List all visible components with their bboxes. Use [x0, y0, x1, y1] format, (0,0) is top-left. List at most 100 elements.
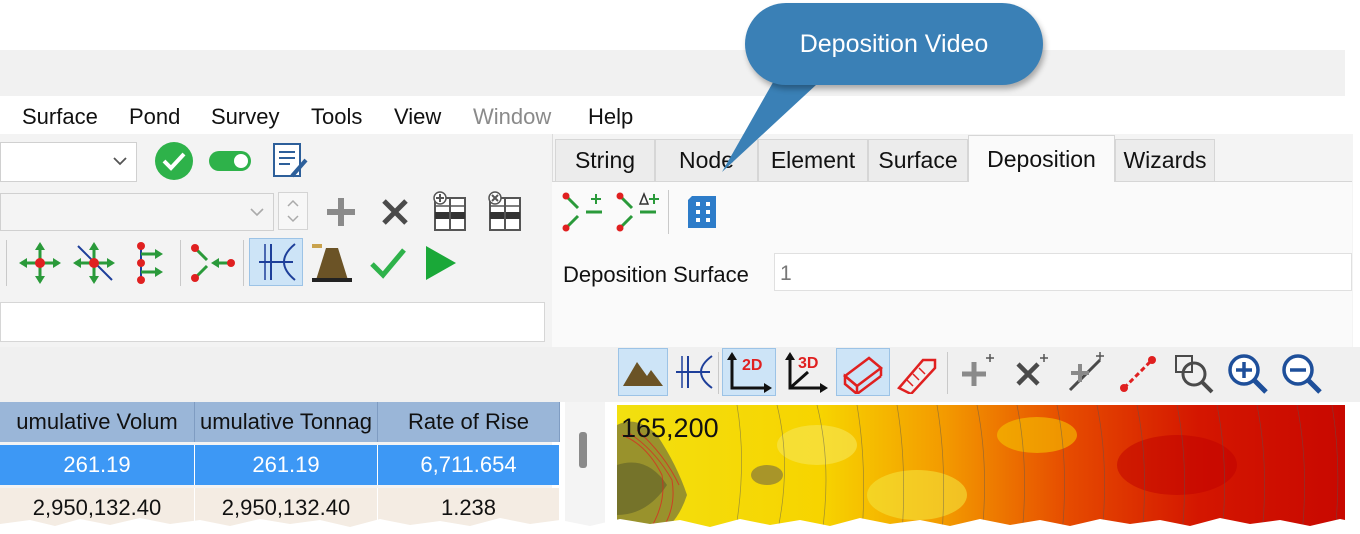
scrollbar-thumb[interactable]	[579, 432, 587, 468]
deposition-surface-label: Deposition Surface	[563, 262, 749, 287]
coordinate-readout: 165,200	[621, 413, 719, 443]
header-rate-of-rise[interactable]: Rate of Rise	[378, 402, 560, 442]
measure-line-icon	[1120, 356, 1156, 392]
zoom-window-button[interactable]	[1170, 350, 1216, 396]
wedge-icon	[897, 358, 937, 394]
delete-point-button[interactable]	[1008, 350, 1054, 396]
deposition-video-button[interactable]	[680, 190, 724, 234]
zoom-out-button[interactable]	[1278, 350, 1324, 396]
node-branch-button[interactable]	[127, 240, 171, 286]
table-remove-icon	[488, 191, 521, 231]
separator	[6, 240, 7, 286]
menu-window: Window	[473, 104, 552, 129]
menu-view[interactable]: View	[394, 104, 441, 130]
toggle-switch[interactable]	[207, 148, 253, 174]
move-node-icon	[19, 242, 61, 284]
view-2d-button[interactable]: 2D	[722, 348, 776, 396]
move-along-button[interactable]	[72, 240, 116, 286]
tab-wizards[interactable]: Wizards	[1115, 139, 1215, 181]
close-icon	[382, 199, 408, 225]
mountain-icon	[623, 362, 663, 386]
menu-survey[interactable]: Survey	[211, 104, 279, 130]
join-string-icon	[191, 244, 235, 282]
add-point-button[interactable]	[954, 350, 1000, 396]
batter-slope-icon	[312, 244, 352, 282]
spinner[interactable]	[278, 192, 308, 230]
add-deposition-point-button[interactable]	[560, 190, 606, 234]
plus-icon	[327, 198, 355, 226]
separator	[180, 240, 181, 286]
add-deposition-delta-button[interactable]	[614, 190, 660, 234]
table-cell[interactable]: 261.19	[0, 445, 195, 485]
menu-pond[interactable]: Pond	[129, 104, 180, 130]
separator	[718, 352, 719, 394]
table-cell[interactable]: 261.19	[195, 445, 378, 485]
batter-button[interactable]	[310, 240, 354, 286]
add-line-point-button[interactable]	[1062, 350, 1108, 396]
deposition-delta-icon	[616, 191, 659, 232]
remove-table-button[interactable]	[485, 190, 525, 234]
svg-text:2D: 2D	[742, 357, 762, 374]
run-button[interactable]	[418, 240, 462, 286]
menu-bar	[0, 96, 1345, 134]
menu-tools[interactable]: Tools	[311, 104, 362, 130]
snap-mode-button[interactable]	[249, 238, 303, 286]
tab-deposition[interactable]: Deposition	[968, 135, 1115, 182]
menu-help[interactable]: Help	[588, 104, 633, 130]
confirm-button[interactable]	[366, 240, 410, 286]
film-icon	[688, 196, 716, 228]
apply-button[interactable]	[153, 140, 195, 182]
zoom-in-icon	[1228, 354, 1268, 394]
terrain-button[interactable]	[618, 348, 668, 396]
tab-surface[interactable]: Surface	[868, 139, 968, 181]
deposition-add-icon	[562, 192, 602, 232]
selection-dropdown[interactable]	[0, 193, 274, 231]
tab-string[interactable]: String	[555, 139, 655, 181]
plus-icon	[962, 354, 994, 386]
add-button[interactable]	[322, 192, 360, 232]
separator	[243, 240, 244, 286]
table-cell[interactable]: 6,711.654	[378, 445, 560, 485]
table-add-icon	[433, 191, 466, 231]
separator	[668, 190, 669, 234]
header-cumulative-tonnage[interactable]: umulative Tonnag	[195, 402, 378, 442]
delete-button[interactable]	[376, 192, 414, 232]
move-along-string-icon	[73, 242, 115, 284]
zoom-window-icon	[1175, 355, 1214, 394]
spinner-arrows-icon	[287, 199, 299, 223]
zoom-out-icon	[1282, 354, 1322, 394]
view-3d-button[interactable]: 3D	[780, 348, 830, 396]
view-snap-button[interactable]	[670, 348, 716, 396]
chevron-down-icon	[250, 208, 264, 217]
torn-edge-decoration	[0, 518, 1360, 534]
report-button[interactable]	[268, 140, 310, 182]
header-cumulative-volume[interactable]: umulative Volum	[0, 402, 195, 442]
close-icon	[1016, 354, 1048, 386]
snap-intersection-icon	[676, 355, 713, 389]
join-string-button[interactable]	[189, 240, 235, 286]
svg-text:3D: 3D	[798, 355, 818, 372]
title-bar	[0, 50, 1345, 96]
deposition-video-callout: Deposition Video	[745, 3, 1043, 85]
report-edit-icon	[273, 143, 308, 178]
bounding-box-button[interactable]	[836, 348, 890, 396]
menu-surface[interactable]: Surface	[22, 104, 98, 130]
check-circle-icon	[155, 142, 193, 180]
box-icon	[842, 356, 884, 394]
zoom-in-button[interactable]	[1224, 350, 1270, 396]
snap-intersection-icon	[259, 243, 296, 281]
grid-toolbar	[0, 347, 606, 402]
move-node-button[interactable]	[18, 240, 62, 286]
command-input[interactable]	[0, 302, 545, 342]
play-icon	[426, 246, 456, 280]
section-box-button[interactable]	[892, 348, 942, 396]
chevron-down-icon	[113, 157, 127, 166]
layer-dropdown[interactable]	[0, 142, 137, 182]
add-table-button[interactable]	[430, 190, 470, 234]
deposition-surface-field[interactable]: 1	[774, 253, 1352, 291]
checkmark-icon	[370, 248, 406, 279]
separator	[947, 352, 948, 394]
line-add-icon	[1068, 352, 1104, 392]
toggle-icon	[209, 151, 251, 171]
measure-button[interactable]	[1116, 350, 1162, 396]
